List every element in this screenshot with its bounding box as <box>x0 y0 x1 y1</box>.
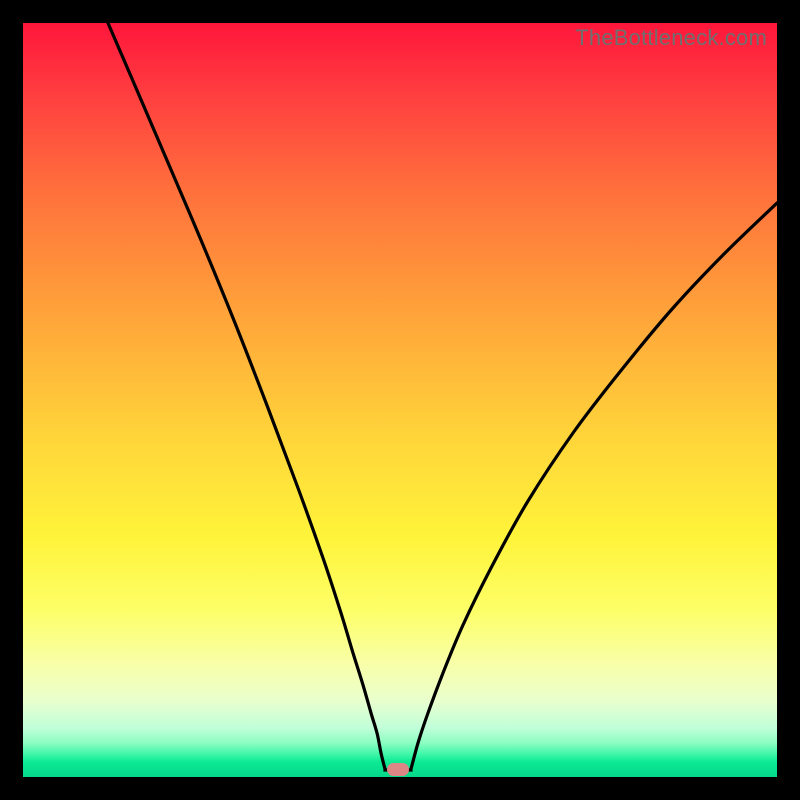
bottleneck-curve <box>23 23 777 777</box>
optimum-marker <box>387 763 409 776</box>
chart-plot-area: TheBottleneck.com <box>23 23 777 777</box>
watermark-text: TheBottleneck.com <box>575 25 767 51</box>
